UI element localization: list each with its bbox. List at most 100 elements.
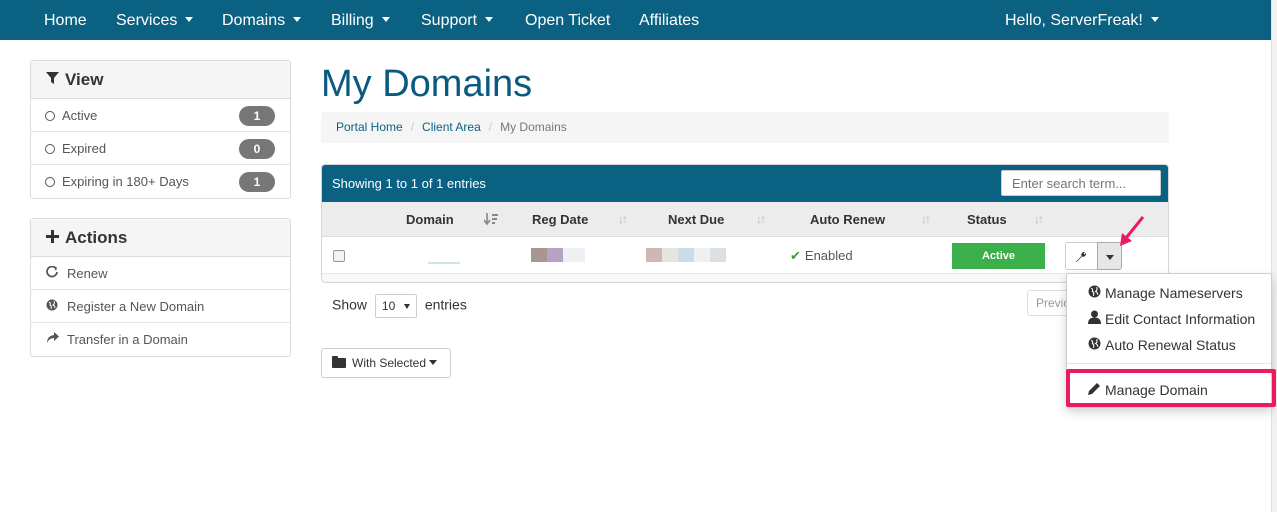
action-label: Transfer in a Domain — [67, 332, 188, 347]
nav-affiliates[interactable]: Affiliates — [639, 0, 699, 40]
globe-icon — [1087, 334, 1101, 358]
sort-icon: ↓↑ — [618, 212, 628, 226]
page-length-control: Show 10 entries — [332, 294, 467, 318]
view-panel: View Active 1 Expired 0 Expiring in 180+… — [30, 60, 291, 199]
page-length-select[interactable]: 10 — [374, 294, 417, 318]
redacted-reg-date — [563, 248, 585, 262]
circle-icon — [45, 177, 55, 187]
column-auto-renew[interactable]: Auto Renew — [810, 202, 885, 237]
caret-down-icon — [429, 360, 438, 366]
check-icon: ✔ — [790, 248, 801, 263]
breadcrumb-current: My Domains — [500, 120, 567, 134]
plus-icon — [45, 220, 59, 258]
action-label: Register a New Domain — [67, 299, 205, 314]
nav-billing[interactable]: Billing — [331, 0, 390, 40]
menu-item-label: Manage Nameservers — [1105, 285, 1243, 301]
view-panel-title: View — [65, 70, 104, 89]
domains-table: Showing 1 to 1 of 1 entries Domain Reg D… — [321, 164, 1169, 283]
show-label: Show — [332, 296, 368, 313]
view-filter-expired[interactable]: Expired 0 — [31, 132, 290, 165]
redacted-domain — [428, 262, 460, 264]
nav-open-ticket-label: Open Ticket — [525, 12, 611, 29]
menu-auto-renewal-status[interactable]: Auto Renewal Status — [1067, 333, 1271, 357]
auto-renew-cell: ✔ Enabled — [790, 237, 853, 274]
nav-services-label: Services — [116, 12, 178, 29]
menu-manage-nameservers[interactable]: Manage Nameservers — [1067, 281, 1271, 305]
nav-home[interactable]: Home — [44, 0, 87, 40]
top-navbar: Home Services Domains Billing Support Op… — [0, 0, 1271, 40]
view-filter-active[interactable]: Active 1 — [31, 99, 290, 132]
user-menu[interactable]: Hello, ServerFreak! — [1005, 0, 1159, 40]
redacted-next-due — [662, 248, 678, 262]
nav-billing-label: Billing — [331, 12, 374, 29]
status-badge: Active — [952, 243, 1045, 269]
breadcrumb: Portal Home / Client Area / My Domains — [321, 112, 1169, 143]
user-menu-label: Hello, ServerFreak! — [1005, 12, 1143, 29]
nav-open-ticket[interactable]: Open Ticket — [525, 0, 610, 40]
table-row[interactable]: ✔ Enabled Active — [322, 237, 1168, 274]
highlight-manage-domain — [1066, 369, 1276, 407]
action-renew[interactable]: Renew — [31, 257, 290, 290]
table-info: Showing 1 to 1 of 1 entries — [332, 176, 486, 191]
nav-services[interactable]: Services — [116, 0, 194, 40]
nav-affiliates-label: Affiliates — [639, 12, 700, 29]
with-selected-label: With Selected — [352, 356, 427, 370]
action-transfer-domain[interactable]: Transfer in a Domain — [31, 323, 290, 356]
breadcrumb-client-area[interactable]: Client Area — [422, 120, 481, 134]
nav-support-label: Support — [421, 12, 478, 29]
user-icon — [1087, 308, 1101, 332]
column-next-due[interactable]: Next Due — [668, 202, 724, 237]
caret-down-icon — [381, 17, 390, 23]
view-filter-expiring[interactable]: Expiring in 180+ Days 1 — [31, 165, 290, 198]
breadcrumb-separator: / — [488, 120, 493, 134]
filter-label: Expiring in 180+ Days — [62, 174, 189, 189]
refresh-icon — [45, 257, 59, 290]
column-status[interactable]: Status — [967, 202, 1007, 237]
folder-open-icon — [332, 356, 346, 368]
redacted-next-due — [678, 248, 694, 262]
nav-domains[interactable]: Domains — [222, 0, 302, 40]
page-title: My Domains — [321, 63, 533, 105]
breadcrumb-portal-home[interactable]: Portal Home — [336, 120, 403, 134]
auto-renew-value: Enabled — [804, 248, 853, 263]
wrench-icon — [1076, 251, 1087, 263]
redacted-next-due — [694, 248, 710, 262]
nav-support[interactable]: Support — [421, 0, 494, 40]
with-selected-button[interactable]: With Selected — [321, 348, 451, 378]
caret-down-icon — [293, 17, 302, 23]
sort-icon: ↓↑ — [921, 212, 931, 226]
page-length-value: 10 — [381, 299, 396, 313]
nav-domains-label: Domains — [222, 12, 286, 29]
wrench-button[interactable] — [1065, 242, 1098, 270]
globe-icon — [45, 290, 59, 323]
entries-label: entries — [424, 296, 467, 313]
actions-panel: Actions Renew Register a New Domain Tran… — [30, 218, 291, 357]
column-reg-date[interactable]: Reg Date — [532, 202, 588, 237]
menu-edit-contact[interactable]: Edit Contact Information — [1067, 307, 1271, 331]
redacted-next-due — [646, 248, 662, 262]
caret-down-icon — [1150, 17, 1159, 23]
action-register-domain[interactable]: Register a New Domain — [31, 290, 290, 323]
search-input[interactable] — [1001, 170, 1161, 196]
view-panel-heading: View — [31, 61, 290, 99]
scrollbar[interactable] — [1271, 0, 1277, 512]
redacted-reg-date — [547, 248, 563, 262]
table-column-headers: Domain Reg Date ↓↑ Next Due ↓↑ Auto Rene… — [322, 202, 1168, 237]
menu-divider — [1067, 363, 1271, 364]
share-arrow-icon — [45, 323, 59, 356]
count-badge: 1 — [239, 106, 275, 126]
menu-item-label: Auto Renewal Status — [1105, 337, 1236, 353]
row-checkbox[interactable] — [333, 250, 345, 262]
table-header-bar: Showing 1 to 1 of 1 entries — [322, 165, 1168, 202]
sort-desc-icon — [483, 202, 498, 237]
caret-down-icon — [185, 17, 194, 23]
filter-label: Active — [62, 108, 98, 123]
column-domain[interactable]: Domain — [406, 202, 454, 237]
redacted-reg-date — [531, 248, 547, 262]
caret-down-icon — [403, 304, 410, 309]
actions-panel-heading: Actions — [31, 219, 290, 257]
menu-item-label: Edit Contact Information — [1105, 311, 1256, 327]
globe-icon — [1087, 282, 1101, 306]
actions-panel-title: Actions — [65, 228, 128, 247]
caret-down-icon — [1106, 255, 1114, 260]
